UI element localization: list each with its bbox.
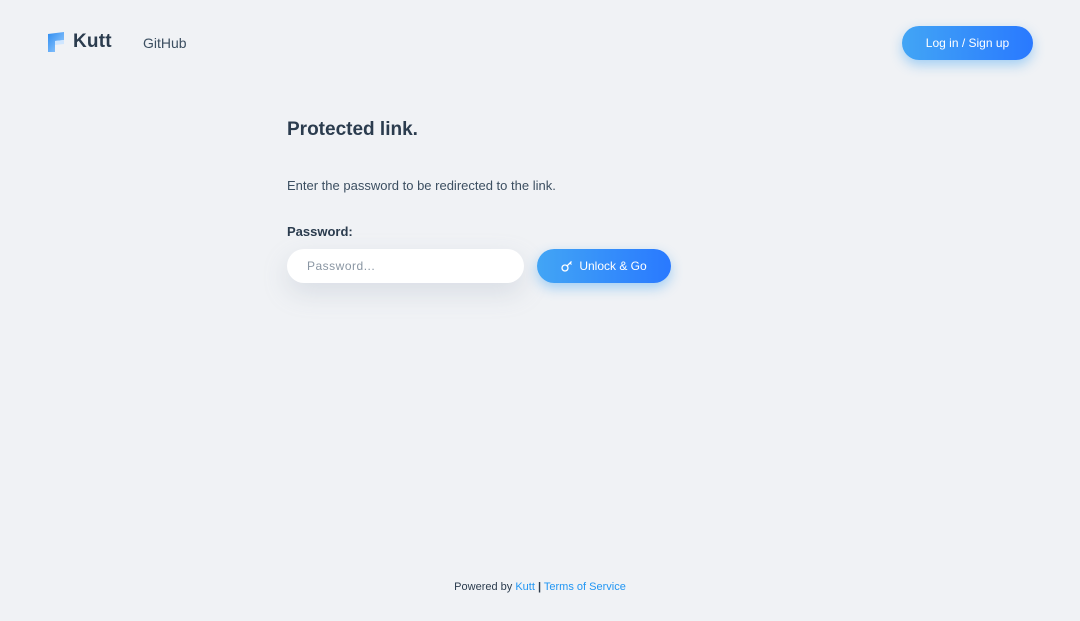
logo-link[interactable]: Kutt [48, 31, 112, 53]
logo-text: Kutt [73, 31, 112, 52]
page-title: Protected link. [287, 119, 418, 140]
page: Kutt GitHub Log in / Sign up Protected l… [0, 0, 1080, 621]
password-input[interactable] [287, 249, 524, 283]
footer-separator: | [537, 581, 542, 593]
key-icon [561, 261, 573, 272]
kutt-logo-icon [48, 32, 64, 52]
footer-kutt-link[interactable]: Kutt [515, 581, 535, 593]
unlock-go-label: Unlock & Go [579, 259, 647, 273]
unlock-go-button[interactable]: Unlock & Go [537, 249, 671, 283]
login-signup-button[interactable]: Log in / Sign up [902, 26, 1033, 60]
footer: Powered by Kutt | Terms of Service [0, 581, 1080, 593]
page-description: Enter the password to be redirected to t… [287, 178, 556, 193]
header: Kutt GitHub Log in / Sign up [0, 0, 1080, 86]
password-label: Password: [287, 224, 353, 239]
footer-terms-link[interactable]: Terms of Service [544, 581, 626, 593]
nav-github-link[interactable]: GitHub [143, 35, 187, 51]
footer-prefix: Powered by [454, 581, 513, 593]
